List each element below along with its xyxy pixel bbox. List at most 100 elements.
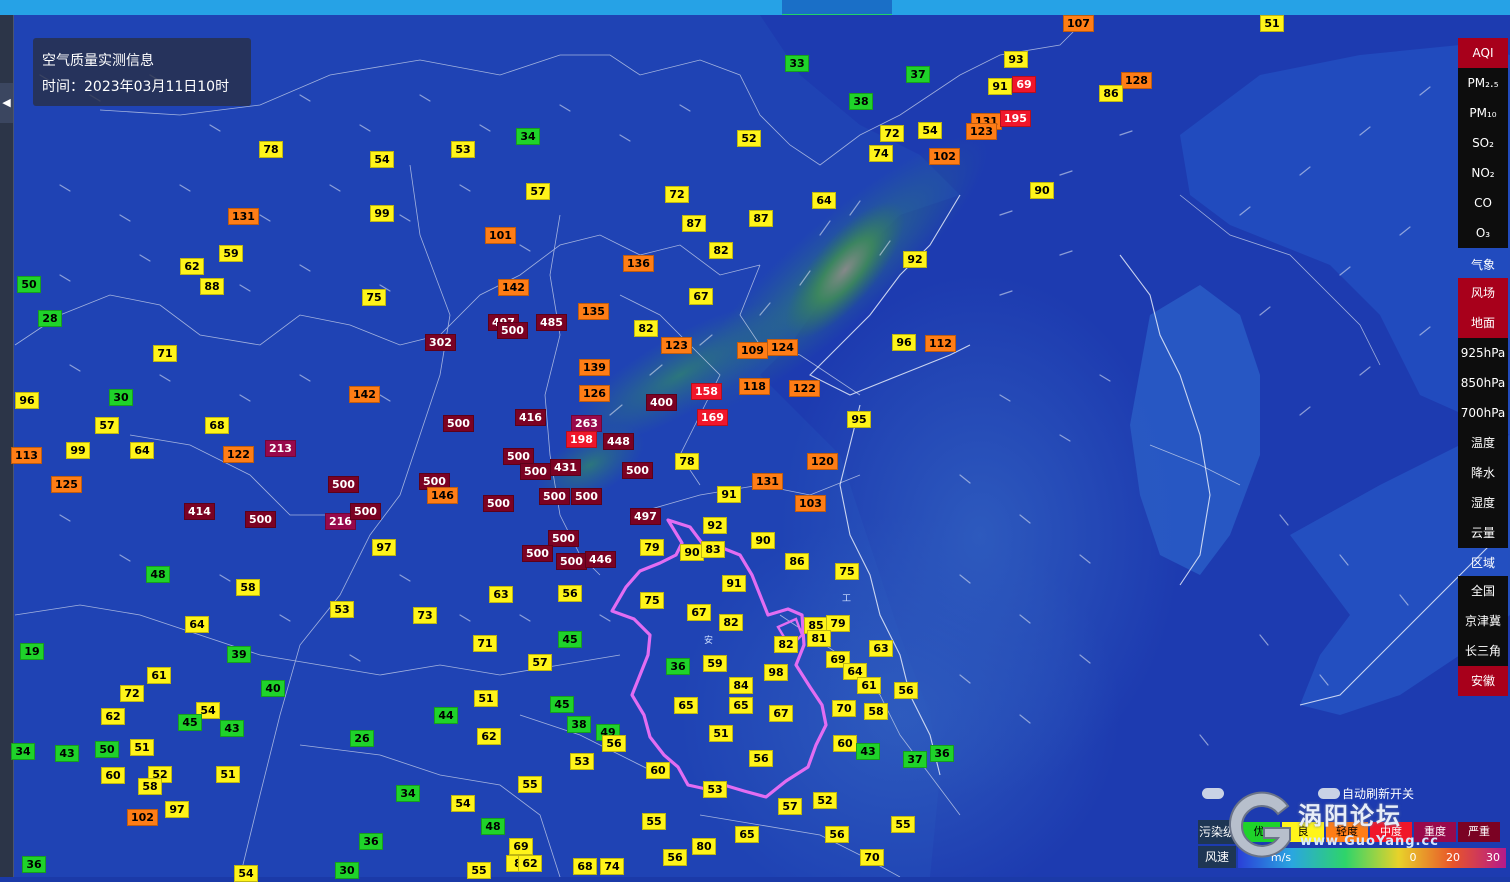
aqi-station-label[interactable]: 70 xyxy=(832,700,856,717)
aqi-station-label[interactable]: 53 xyxy=(703,781,727,798)
aqi-station-label[interactable]: 63 xyxy=(869,640,893,657)
aqi-station-label[interactable]: 500 xyxy=(328,476,359,493)
aqi-station-label[interactable]: 64 xyxy=(130,442,154,459)
aqi-station-label[interactable]: 83 xyxy=(701,541,725,558)
aqi-station-label[interactable]: 82 xyxy=(774,636,798,653)
aqi-station-label[interactable]: 54 xyxy=(451,795,475,812)
aqi-station-label[interactable]: 34 xyxy=(396,785,420,802)
aqi-station-label[interactable]: 36 xyxy=(930,745,954,762)
aqi-station-label[interactable]: 500 xyxy=(522,545,553,562)
aqi-station-label[interactable]: 56 xyxy=(749,750,773,767)
aqi-station-label[interactable]: 500 xyxy=(571,488,602,505)
aqi-station-label[interactable]: 91 xyxy=(722,575,746,592)
aqi-station-label[interactable]: 34 xyxy=(11,743,35,760)
aqi-station-label[interactable]: 69 xyxy=(509,838,533,855)
aqi-station-label[interactable]: 142 xyxy=(349,386,380,403)
aqi-station-label[interactable]: 53 xyxy=(570,753,594,770)
aqi-station-label[interactable]: 118 xyxy=(739,378,770,395)
aqi-station-label[interactable]: 99 xyxy=(66,442,90,459)
aqi-station-label[interactable]: 64 xyxy=(185,616,209,633)
aqi-station-label[interactable]: 414 xyxy=(184,503,215,520)
aqi-station-label[interactable]: 57 xyxy=(95,417,119,434)
aqi-station-label[interactable]: 68 xyxy=(573,858,597,875)
aqi-station-label[interactable]: 98 xyxy=(764,664,788,681)
aqi-station-label[interactable]: 56 xyxy=(602,735,626,752)
aqi-station-label[interactable]: 128 xyxy=(1121,72,1152,89)
aqi-station-label[interactable]: 500 xyxy=(497,322,528,339)
aqi-station-label[interactable]: 30 xyxy=(109,389,133,406)
aqi-station-label[interactable]: 33 xyxy=(785,55,809,72)
aqi-station-label[interactable]: 59 xyxy=(703,655,727,672)
aqi-station-label[interactable]: 55 xyxy=(642,813,666,830)
aqi-station-label[interactable]: 79 xyxy=(640,539,664,556)
aqi-station-label[interactable]: 86 xyxy=(785,553,809,570)
aqi-station-label[interactable]: 78 xyxy=(675,453,699,470)
aqi-station-label[interactable]: 302 xyxy=(425,334,456,351)
aqi-station-label[interactable]: 36 xyxy=(22,856,46,873)
aqi-station-label[interactable]: 500 xyxy=(443,415,474,432)
aqi-station-label[interactable]: 139 xyxy=(579,359,610,376)
pollutant-tab-1[interactable]: PM₂.₅ xyxy=(1458,68,1508,98)
aqi-station-label[interactable]: 54 xyxy=(234,865,258,882)
aqi-station-label[interactable]: 485 xyxy=(536,314,567,331)
aqi-station-label[interactable]: 169 xyxy=(697,409,728,426)
aqi-station-label[interactable]: 54 xyxy=(918,122,942,139)
aqi-station-label[interactable]: 112 xyxy=(925,335,956,352)
aqi-station-label[interactable]: 500 xyxy=(622,462,653,479)
aqi-station-label[interactable]: 500 xyxy=(245,511,276,528)
aqi-station-label[interactable]: 62 xyxy=(518,855,542,872)
aqi-station-label[interactable]: 37 xyxy=(906,66,930,83)
aqi-station-label[interactable]: 195 xyxy=(1000,110,1031,127)
aqi-station-label[interactable]: 97 xyxy=(165,801,189,818)
aqi-station-label[interactable]: 62 xyxy=(101,708,125,725)
aqi-station-label[interactable]: 70 xyxy=(860,849,884,866)
aqi-station-label[interactable]: 146 xyxy=(427,487,458,504)
aqi-station-label[interactable]: 26 xyxy=(350,730,374,747)
aqi-station-label[interactable]: 125 xyxy=(51,476,82,493)
aqi-station-label[interactable]: 497 xyxy=(630,508,661,525)
pollutant-tab-0[interactable]: AQI xyxy=(1458,38,1508,68)
aqi-station-label[interactable]: 86 xyxy=(1099,85,1123,102)
weather-option-8[interactable]: 云量 xyxy=(1458,518,1508,548)
aqi-station-label[interactable]: 55 xyxy=(891,816,915,833)
aqi-station-label[interactable]: 95 xyxy=(847,411,871,428)
aqi-station-label[interactable]: 36 xyxy=(359,833,383,850)
aqi-station-label[interactable]: 48 xyxy=(481,818,505,835)
aqi-station-label[interactable]: 74 xyxy=(869,145,893,162)
aqi-station-label[interactable]: 71 xyxy=(153,345,177,362)
aqi-station-label[interactable]: 73 xyxy=(413,607,437,624)
aqi-station-label[interactable]: 54 xyxy=(370,151,394,168)
aqi-station-label[interactable]: 74 xyxy=(600,858,624,875)
collapse-left-icon[interactable]: ◀ xyxy=(0,83,13,123)
aqi-station-label[interactable]: 51 xyxy=(709,725,733,742)
aqi-station-label[interactable]: 448 xyxy=(603,433,634,450)
aqi-station-label[interactable]: 53 xyxy=(451,141,475,158)
pollutant-tab-3[interactable]: SO₂ xyxy=(1458,128,1508,158)
aqi-station-label[interactable]: 131 xyxy=(752,473,783,490)
aqi-station-label[interactable]: 36 xyxy=(666,658,690,675)
aqi-station-label[interactable]: 107 xyxy=(1063,15,1094,32)
aqi-station-label[interactable]: 71 xyxy=(473,635,497,652)
weather-option-7[interactable]: 湿度 xyxy=(1458,488,1508,518)
aqi-station-label[interactable]: 400 xyxy=(646,394,677,411)
aqi-station-label[interactable]: 62 xyxy=(180,258,204,275)
aqi-station-label[interactable]: 39 xyxy=(227,646,251,663)
aqi-station-label[interactable]: 45 xyxy=(178,714,202,731)
aqi-station-label[interactable]: 60 xyxy=(833,735,857,752)
aqi-station-label[interactable]: 68 xyxy=(205,417,229,434)
aqi-station-label[interactable]: 67 xyxy=(769,705,793,722)
aqi-station-label[interactable]: 96 xyxy=(15,392,39,409)
aqi-station-label[interactable]: 56 xyxy=(825,826,849,843)
aqi-station-label[interactable]: 64 xyxy=(812,192,836,209)
aqi-station-label[interactable]: 51 xyxy=(130,739,154,756)
aqi-station-label[interactable]: 45 xyxy=(558,631,582,648)
aqi-station-label[interactable]: 446 xyxy=(585,551,616,568)
aqi-station-label[interactable]: 67 xyxy=(687,604,711,621)
aqi-station-label[interactable]: 75 xyxy=(362,289,386,306)
aqi-station-label[interactable]: 416 xyxy=(515,409,546,426)
aqi-station-label[interactable]: 198 xyxy=(566,431,597,448)
aqi-station-label[interactable]: 500 xyxy=(483,495,514,512)
aqi-station-label[interactable]: 72 xyxy=(880,125,904,142)
aqi-station-label[interactable]: 126 xyxy=(579,385,610,402)
aqi-station-label[interactable]: 109 xyxy=(737,342,768,359)
